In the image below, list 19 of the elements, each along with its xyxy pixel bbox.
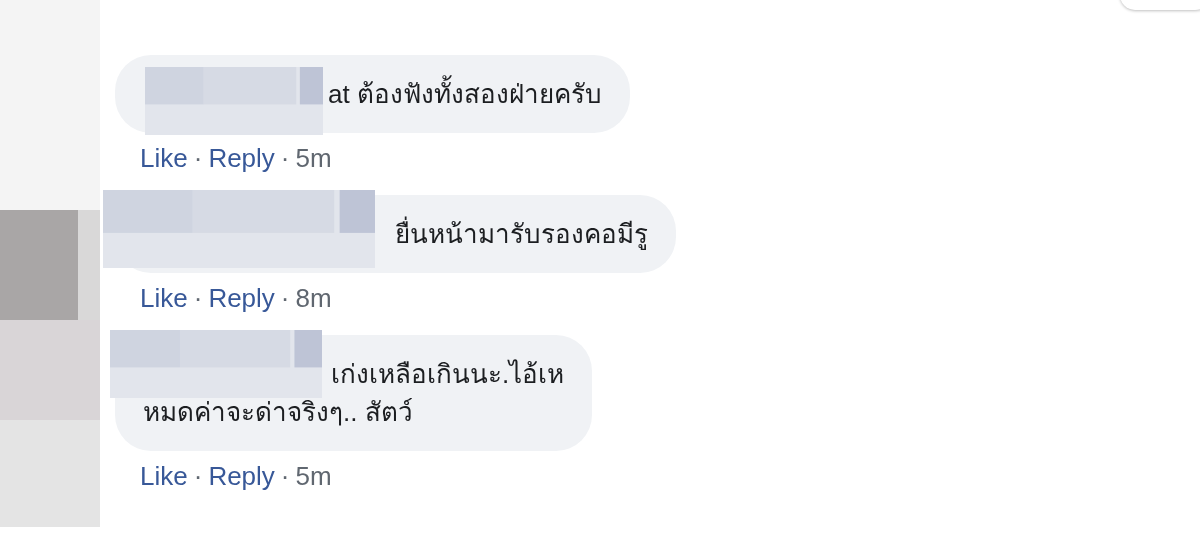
comment-text: at ต้องฟังทั้งสองฝ่ายครับ (328, 75, 602, 113)
reply-link[interactable]: Reply (208, 283, 275, 313)
comment-text: หมดค่าจะด่าจริงๆ.. สัตว์ (143, 396, 414, 429)
like-link[interactable]: Like (140, 143, 188, 173)
separator: · (193, 143, 203, 173)
timestamp: 8m (295, 283, 332, 313)
separator: · (280, 461, 290, 491)
timestamp: 5m (295, 461, 332, 491)
separator: · (193, 283, 203, 313)
comment-text: ยื่นหน้ามารับรองคอมีรู (395, 215, 648, 253)
like-link[interactable]: Like (140, 461, 188, 491)
separator: · (193, 461, 203, 491)
like-link[interactable]: Like (140, 283, 188, 313)
reply-link[interactable]: Reply (208, 143, 275, 173)
reply-link[interactable]: Reply (208, 461, 275, 491)
separator: · (280, 143, 290, 173)
comment-text: เก่งเหลือเกินนะ.ไอ้เห (330, 358, 565, 391)
timestamp: 5m (295, 143, 332, 173)
separator: · (280, 283, 290, 313)
